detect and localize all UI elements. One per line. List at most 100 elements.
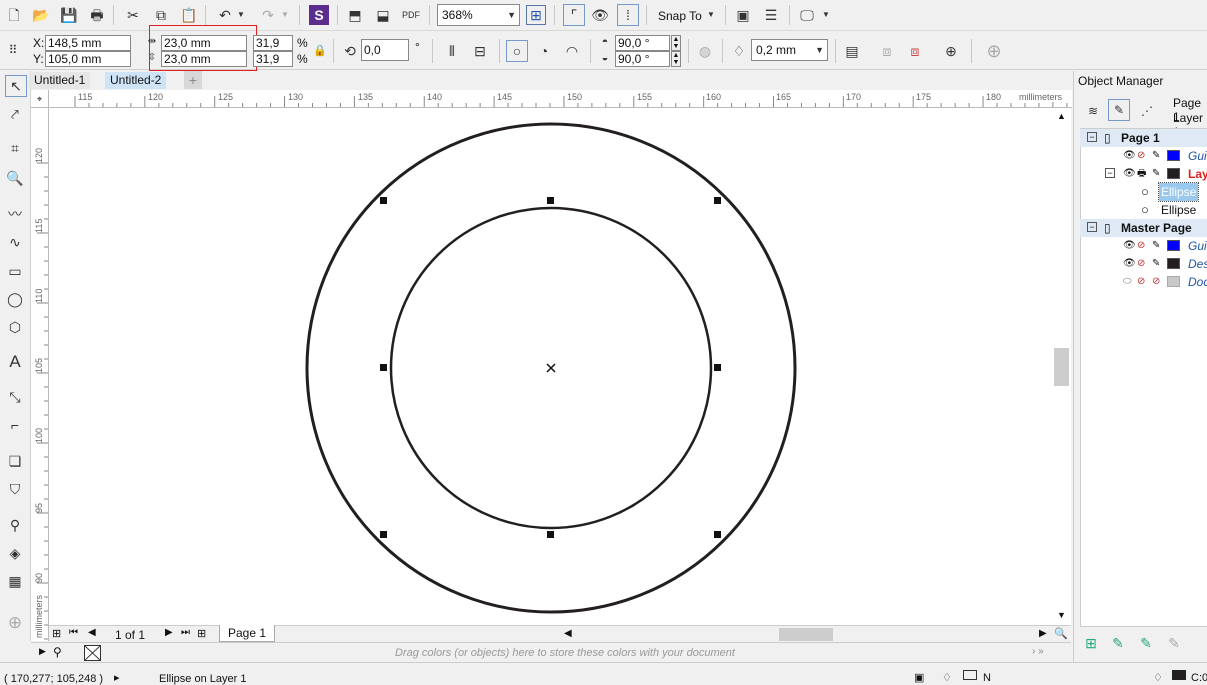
next-page-icon[interactable]: ▶ <box>165 627 173 638</box>
wrap-text-icon[interactable]: ▤ <box>842 41 862 61</box>
y-position-field[interactable]: 105,0 mm <box>45 51 131 67</box>
add-page-before-icon[interactable]: ⊞ <box>52 627 61 640</box>
tree-master-document-grid[interactable]: ⬭ ⊘ ⊘ Doc <box>1080 273 1207 291</box>
text-tool-icon[interactable]: A <box>5 351 25 371</box>
welcome-screen-icon[interactable]: ▣ <box>733 5 753 25</box>
show-grid-icon[interactable]: ⁞ <box>617 4 639 26</box>
edit-disabled-icon[interactable]: ⊘ <box>1152 273 1160 291</box>
zoom-combo[interactable]: 368% ▼ <box>437 4 520 26</box>
print-icon[interactable]: 🖶 <box>87 5 107 25</box>
connector-tool-icon[interactable]: ⌐ <box>5 415 25 435</box>
handle-top-left[interactable] <box>380 197 387 204</box>
transparency-icon[interactable]: ⛉ <box>5 479 25 499</box>
scroll-thumb-h[interactable] <box>779 628 833 641</box>
publish-pdf-icon[interactable]: PDF <box>401 5 421 25</box>
scale-width-field[interactable]: 31,9 <box>253 35 293 51</box>
edit-pencil-icon[interactable]: ✎ <box>1152 165 1160 183</box>
crop-tool-icon[interactable]: ⌗ <box>5 138 25 158</box>
tree-page-1[interactable]: − ▯ Page 1 <box>1080 129 1207 147</box>
add-tool-icon[interactable]: ⊕ <box>5 612 25 632</box>
prev-page-icon[interactable]: ◀ <box>88 627 96 638</box>
snap-to-dropdown-icon[interactable]: ▼ <box>705 5 717 25</box>
printer-icon[interactable]: 🖶 <box>1137 165 1146 183</box>
outline-width-combo[interactable]: 0,2 mm ▼ <box>751 39 828 61</box>
new-master-layer-all-icon[interactable]: ✎ <box>1136 633 1156 653</box>
copy-icon[interactable]: ⧉ <box>151 5 171 25</box>
scroll-left-icon[interactable]: ◀ <box>564 628 572 639</box>
ellipse-mode-icon[interactable]: ○ <box>506 40 528 62</box>
new-tab-icon[interactable]: + <box>184 71 202 89</box>
tree-layer-guides-1[interactable]: 👁 ⊘ ✎ Gui <box>1080 147 1207 165</box>
vertical-scrollbar[interactable]: ▲ ▼ <box>1053 108 1071 625</box>
scroll-thumb-v[interactable] <box>1054 348 1069 386</box>
add-page-after-icon[interactable]: ⊞ <box>197 627 206 640</box>
pick-tool-icon[interactable]: ↖ <box>5 75 27 97</box>
handle-bottom[interactable] <box>547 531 554 538</box>
drop-shadow-icon[interactable]: ❏ <box>5 451 25 471</box>
paste-icon[interactable]: 📋 <box>179 5 199 25</box>
add-icon[interactable]: ⊕ <box>984 41 1004 61</box>
last-page-icon[interactable]: ⏭ <box>181 627 190 638</box>
end-angle-field[interactable]: 90,0 ° <box>615 51 670 67</box>
scroll-up-icon[interactable]: ▲ <box>1057 111 1066 121</box>
eye-icon[interactable]: 👁 <box>1123 237 1136 255</box>
interactive-fill-icon[interactable]: ◈ <box>5 543 25 563</box>
ruler-origin[interactable]: ⌖ <box>31 90 49 108</box>
freehand-tool-icon[interactable]: 〰 <box>5 204 25 224</box>
x-position-field[interactable]: 148,5 mm <box>45 35 131 51</box>
object-origin-icon[interactable]: ⠿ <box>3 40 23 60</box>
palette-scroll-icon[interactable]: › » <box>1032 646 1044 657</box>
end-angle-spinner[interactable]: ▲ ▼ <box>671 51 681 67</box>
page-tab-1[interactable]: Page 1 <box>219 625 276 642</box>
eyedropper-icon[interactable]: ⚲ <box>5 515 25 535</box>
new-master-layer-icon[interactable]: ✎ <box>1108 633 1128 653</box>
handle-top[interactable] <box>547 197 554 204</box>
height-field[interactable]: 23,0 mm <box>161 51 247 67</box>
launcher-dropdown-icon[interactable]: ▼ <box>820 5 832 25</box>
options-icon[interactable]: ☰ <box>761 5 781 25</box>
scroll-down-icon[interactable]: ▼ <box>1057 610 1066 620</box>
parallel-dimension-icon[interactable]: ⤡ <box>5 387 25 407</box>
artistic-media-icon[interactable]: ∿ <box>5 232 25 252</box>
tree-layer-1[interactable]: − 👁 🖶 ✎ Lay <box>1080 165 1207 183</box>
handle-top-right[interactable] <box>714 197 721 204</box>
handle-bottom-left[interactable] <box>380 531 387 538</box>
print-disabled-icon[interactable]: ⊘ <box>1137 255 1145 273</box>
redo-icon[interactable]: ↷ <box>258 5 278 25</box>
horizontal-ruler[interactable]: 115 120 125 130 135 140 145 150 155 160 … <box>31 90 1072 108</box>
vertical-ruler[interactable]: 120 115 110 105 100 95 90 millimeters <box>31 108 49 641</box>
palette-eyedropper-icon[interactable]: ⚲ <box>53 645 62 659</box>
scale-height-field[interactable]: 31,9 <box>253 51 293 67</box>
application-launcher-icon[interactable]: 🖵 <box>797 5 817 25</box>
undo-icon[interactable]: ↶ <box>215 5 235 25</box>
new-document-icon[interactable]: 🗋 <box>4 5 24 25</box>
snap-to-button[interactable]: Snap To <box>658 9 702 23</box>
redo-dropdown-icon[interactable]: ▼ <box>280 5 290 25</box>
save-icon[interactable]: 💾 <box>59 5 79 25</box>
doc-tab-untitled-2[interactable]: Untitled-2 <box>105 72 167 89</box>
first-page-icon[interactable]: ⏮ <box>69 627 78 638</box>
tree-master-page[interactable]: − ▯ Master Page <box>1080 219 1207 237</box>
layer-manager-view-icon[interactable]: ✎ <box>1108 99 1130 121</box>
edit-pencil-icon[interactable]: ✎ <box>1152 147 1160 165</box>
open-folder-icon[interactable]: 📂 <box>31 5 51 25</box>
export-icon[interactable]: ⬓ <box>373 5 393 25</box>
delete-layer-icon[interactable]: ✎ <box>1164 633 1184 653</box>
convert-to-curves-icon[interactable]: ⊕ <box>941 41 961 61</box>
edit-across-layers-icon[interactable]: ⋰ <box>1137 101 1157 121</box>
to-front-icon[interactable]: ⧈ <box>877 41 897 61</box>
print-disabled-icon[interactable]: ⊘ <box>1137 237 1145 255</box>
polygon-tool-icon[interactable]: ⬡ <box>5 317 25 337</box>
collapse-icon[interactable]: − <box>1087 132 1097 142</box>
shape-tool-icon[interactable]: ⤤ <box>5 104 25 124</box>
zoom-navigator-icon[interactable]: 🔍 <box>1054 627 1068 640</box>
pie-mode-icon[interactable]: ◔ <box>534 41 554 61</box>
no-color-swatch[interactable] <box>84 645 101 661</box>
width-field[interactable]: 23,0 mm <box>161 35 247 51</box>
app-launcher-icon[interactable]: S <box>309 5 329 25</box>
direction-icon[interactable]: ◍ <box>695 41 715 61</box>
smart-fill-icon[interactable]: ▦ <box>5 571 25 591</box>
collapse-icon[interactable]: − <box>1087 222 1097 232</box>
mirror-horizontal-icon[interactable]: ⫴ <box>442 41 462 61</box>
ellipse-tool-icon[interactable]: ◯ <box>5 289 25 309</box>
